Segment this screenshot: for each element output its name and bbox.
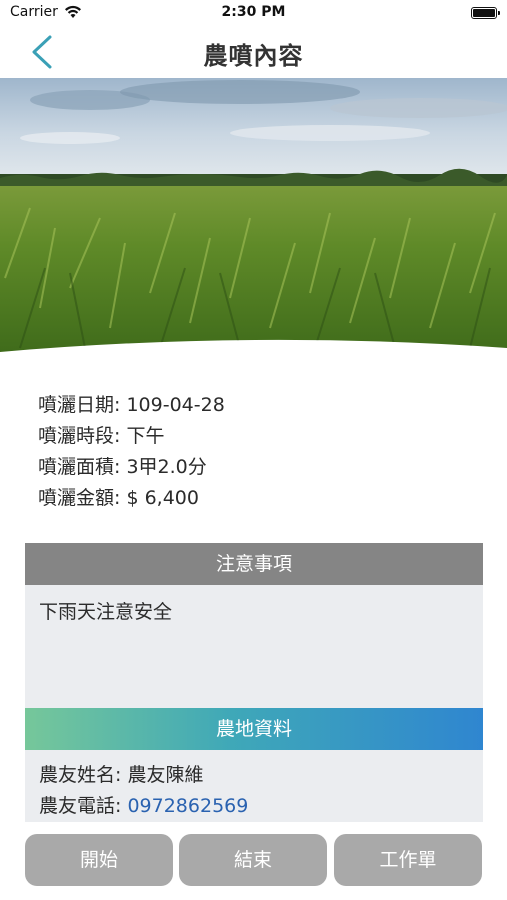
spray-date-row: 噴灑日期: 109-04-28 xyxy=(38,390,225,421)
status-time: 2:30 PM xyxy=(221,4,286,20)
spray-amount-value: $ 6,400 xyxy=(126,487,199,509)
end-button[interactable]: 結束 xyxy=(179,834,327,886)
spray-period-label: 噴灑時段: xyxy=(38,425,121,447)
spray-amount-label: 噴灑金額: xyxy=(38,487,121,509)
spray-info: 噴灑日期: 109-04-28 噴灑時段: 下午 噴灑面積: 3甲2.0分 噴灑… xyxy=(38,390,225,514)
field-hero-image xyxy=(0,78,507,352)
farmer-phone-row: 農友電話: 0972862569 xyxy=(39,791,469,822)
farmer-name-row: 農友姓名: 農友陳維 xyxy=(39,760,469,791)
spray-period-value: 下午 xyxy=(126,425,165,447)
page-title: 農噴內容 xyxy=(203,42,304,70)
notice-header: 注意事項 xyxy=(25,543,483,585)
farm-info-body: 農友姓名: 農友陳維 農友電話: 0972862569 xyxy=(25,750,483,822)
spray-amount-row: 噴灑金額: $ 6,400 xyxy=(38,483,225,514)
start-button[interactable]: 開始 xyxy=(25,834,173,886)
spray-date-label: 噴灑日期: xyxy=(38,394,121,416)
status-bar: Carrier 2:30 PM xyxy=(0,0,507,26)
spray-date-value: 109-04-28 xyxy=(126,394,225,416)
notice-body: 下雨天注意安全 xyxy=(25,585,483,708)
farmer-name-value: 農友陳維 xyxy=(127,764,204,786)
nav-bar: 農噴內容 xyxy=(0,26,507,78)
work-order-button[interactable]: 工作單 xyxy=(334,834,482,886)
spray-period-row: 噴灑時段: 下午 xyxy=(38,421,225,452)
spray-area-label: 噴灑面積: xyxy=(38,456,121,478)
farmer-phone-label: 農友電話: xyxy=(39,795,122,817)
farmer-name-label: 農友姓名: xyxy=(39,764,122,786)
spray-area-row: 噴灑面積: 3甲2.0分 xyxy=(38,452,225,483)
farmer-phone-link[interactable]: 0972862569 xyxy=(127,795,248,817)
farm-info-header: 農地資料 xyxy=(25,708,483,750)
battery-icon xyxy=(471,7,500,19)
spray-area-value: 3甲2.0分 xyxy=(126,456,207,478)
